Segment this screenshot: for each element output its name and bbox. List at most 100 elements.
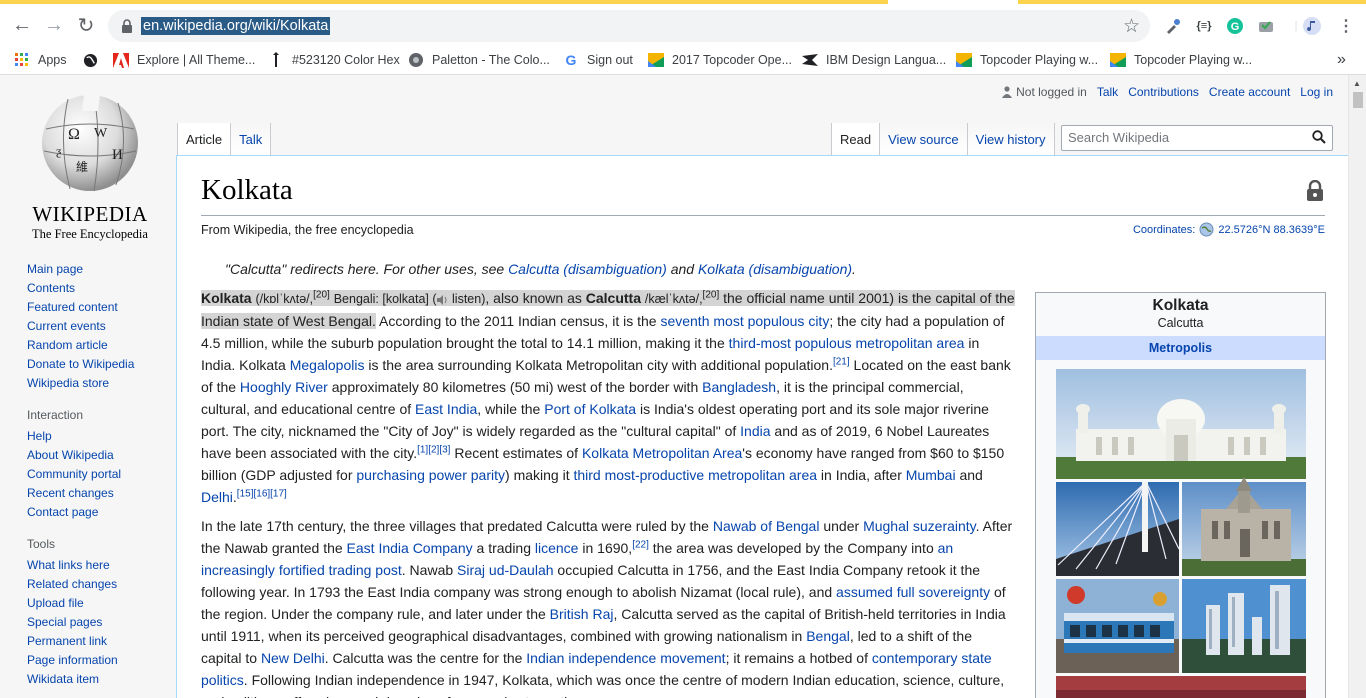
search-icon[interactable] [1312, 130, 1326, 144]
sidebar-item-page-information[interactable]: Page information [27, 651, 167, 670]
sidebar-item-random-article[interactable]: Random article [27, 336, 167, 355]
link-fortified-trading-post[interactable]: an increasingly fortified trading post [201, 540, 953, 578]
reload-icon[interactable]: ↻ [74, 13, 98, 37]
link-delhi[interactable]: Delhi [201, 489, 233, 505]
bookmark-star-icon[interactable]: ☆ [1123, 15, 1140, 38]
sidebar-item-wikipedia-store[interactable]: Wikipedia store [27, 374, 167, 393]
sidebar-item-current-events[interactable]: Current events [27, 317, 167, 336]
hatnote-link-kolkata[interactable]: Kolkata (disambiguation) [698, 261, 852, 277]
back-arrow-icon[interactable]: ← [10, 13, 34, 37]
search-input[interactable]: Search Wikipedia [1061, 125, 1333, 151]
protection-lock-icon[interactable] [1306, 180, 1324, 202]
link-port-of-kolkata[interactable]: Port of Kolkata [544, 401, 636, 417]
forward-arrow-icon[interactable]: → [42, 13, 66, 37]
wikipedia-logo[interactable]: Ω W И 維 ƺ WIKIPEDIA The Free Encyclopedi… [30, 89, 150, 241]
coordinates-label[interactable]: Coordinates: [1133, 224, 1195, 236]
login-link[interactable]: Log in [1300, 85, 1333, 99]
city-montage-image[interactable] [1056, 369, 1306, 698]
bookmark-ibm[interactable]: IBM Design Langua... [802, 49, 946, 71]
bookmark-label: Explore | All Theme... [137, 53, 256, 67]
link-east-india[interactable]: East India [415, 401, 477, 417]
sidebar-item-community-portal[interactable]: Community portal [27, 465, 167, 484]
coordinates-value[interactable]: 22.5726°N 88.3639°E [1218, 224, 1325, 236]
browser-menu-icon[interactable]: ⋮ [1336, 16, 1356, 36]
link-third-most-populous-metropolitan-area[interactable]: third-most populous metropolitan area [729, 335, 965, 351]
link-seventh-most-populous-city[interactable]: seventh most populous city [660, 313, 829, 329]
grammarly-icon[interactable]: G [1225, 16, 1245, 36]
tab-article[interactable]: Article [177, 123, 231, 155]
sidebar-item-permanent-link[interactable]: Permanent link [27, 632, 167, 651]
svg-text:G: G [1231, 21, 1240, 33]
link-nawab-of-bengal[interactable]: Nawab of Bengal [713, 518, 820, 534]
talk-link[interactable]: Talk [1097, 85, 1118, 99]
bookmark-paletton[interactable]: Paletton - The Colo... [408, 49, 550, 71]
page-scrollbar[interactable]: ▲ [1348, 75, 1366, 698]
scroll-up-arrow-icon[interactable]: ▲ [1353, 79, 1361, 88]
link-india[interactable]: India [740, 423, 770, 439]
link-british-raj[interactable]: British Raj [550, 606, 614, 622]
topcoder-icon [648, 52, 664, 68]
link-assumed-full-sovereignty[interactable]: assumed full sovereignty [836, 584, 990, 600]
sidebar-item-related-changes[interactable]: Related changes [27, 575, 167, 594]
eyedropper-extension-icon[interactable] [1163, 16, 1183, 36]
infobox-header[interactable]: Metropolis [1036, 336, 1325, 360]
link-licence[interactable]: licence [535, 540, 579, 556]
link-kolkata-metropolitan-area[interactable]: Kolkata Metropolitan Area [582, 445, 742, 461]
sidebar-item-featured-content[interactable]: Featured content [27, 298, 167, 317]
tab-view-source[interactable]: View source [879, 123, 967, 155]
link-new-delhi[interactable]: New Delhi [261, 650, 325, 666]
sidebar-heading-tools: Tools [27, 537, 56, 551]
scrollbar-thumb[interactable] [1353, 92, 1363, 108]
link-bengal[interactable]: Bengal [806, 628, 850, 644]
sidebar-item-wikidata-item[interactable]: Wikidata item [27, 670, 167, 689]
sidebar-item-main-page[interactable]: Main page [27, 260, 167, 279]
address-bar[interactable]: en.wikipedia.org/wiki/Kolkata ☆ [108, 10, 1150, 42]
infobox-title: Kolkata [1152, 297, 1209, 314]
metropolis-link[interactable]: Metropolis [1149, 341, 1212, 355]
paragraph-lead: Kolkata (/kɒlˈkʌtə/,[20] Bengali: [kolka… [201, 289, 1015, 505]
link-mumbai[interactable]: Mumbai [906, 467, 956, 483]
link-megalopolis[interactable]: Megalopolis [290, 357, 365, 373]
sidebar-item-what-links-here[interactable]: What links here [27, 556, 167, 575]
bookmark-topcoder-playing-1[interactable]: Topcoder Playing w... [956, 49, 1098, 71]
hatnote-link-calcutta[interactable]: Calcutta (disambiguation) [508, 261, 667, 277]
sidebar-item-about[interactable]: About Wikipedia [27, 446, 167, 465]
sidebar-item-recent-changes[interactable]: Recent changes [27, 484, 167, 503]
contributions-link[interactable]: Contributions [1128, 85, 1199, 99]
link-indian-independence-movement[interactable]: Indian independence movement [526, 650, 725, 666]
create-account-link[interactable]: Create account [1209, 85, 1290, 99]
inbox-extension-icon[interactable] [1256, 16, 1276, 36]
speaker-icon[interactable] [436, 294, 449, 305]
tab-view-history[interactable]: View history [966, 123, 1055, 155]
bookmark-topcoder-open[interactable]: 2017 Topcoder Ope... [648, 49, 792, 71]
link-bangladesh[interactable]: Bangladesh [702, 379, 776, 395]
json-extension-icon[interactable]: {≡} [1194, 16, 1214, 36]
tab-talk[interactable]: Talk [230, 123, 272, 155]
apps-grid-icon [14, 52, 30, 68]
bookmark-sign-out[interactable]: G Sign out [563, 49, 633, 71]
bookmark-apps[interactable]: Apps [14, 49, 67, 71]
bookmark-color-hex[interactable]: #523120 Color Hex [268, 49, 400, 71]
bookmark-explore[interactable]: Explore | All Theme... [113, 49, 255, 71]
sidebar-item-help[interactable]: Help [27, 427, 167, 446]
sidebar-item-contact-page[interactable]: Contact page [27, 503, 167, 522]
sidebar-item-donate[interactable]: Donate to Wikipedia [27, 355, 167, 374]
sidebar-item-contents[interactable]: Contents [27, 279, 167, 298]
tab-read[interactable]: Read [831, 123, 880, 155]
link-third-most-productive[interactable]: third most-productive metropolitan area [573, 467, 817, 483]
sidebar-item-upload-file[interactable]: Upload file [27, 594, 167, 613]
music-extension-icon[interactable] [1302, 16, 1322, 36]
link-mughal-suzerainty[interactable]: Mughal suzerainty [863, 518, 976, 534]
link-east-india-company[interactable]: East India Company [347, 540, 473, 556]
bookmark-topcoder-playing-2[interactable]: Topcoder Playing w... [1110, 49, 1252, 71]
link-purchasing-power-parity[interactable]: purchasing power parity [356, 467, 505, 483]
url-text[interactable]: en.wikipedia.org/wiki/Kolkata [141, 17, 331, 35]
infobox: Kolkata Calcutta Metropolis [1035, 292, 1326, 698]
bookmark-globe[interactable] [82, 49, 106, 71]
globe-icon [82, 52, 98, 68]
link-hooghly-river[interactable]: Hooghly River [240, 379, 328, 395]
view-tabs: Read View source View history [831, 123, 1055, 155]
link-siraj-ud-daulah[interactable]: Siraj ud-Daulah [457, 562, 554, 578]
sidebar-item-special-pages[interactable]: Special pages [27, 613, 167, 632]
more-bookmarks-button[interactable]: » [1337, 49, 1346, 71]
